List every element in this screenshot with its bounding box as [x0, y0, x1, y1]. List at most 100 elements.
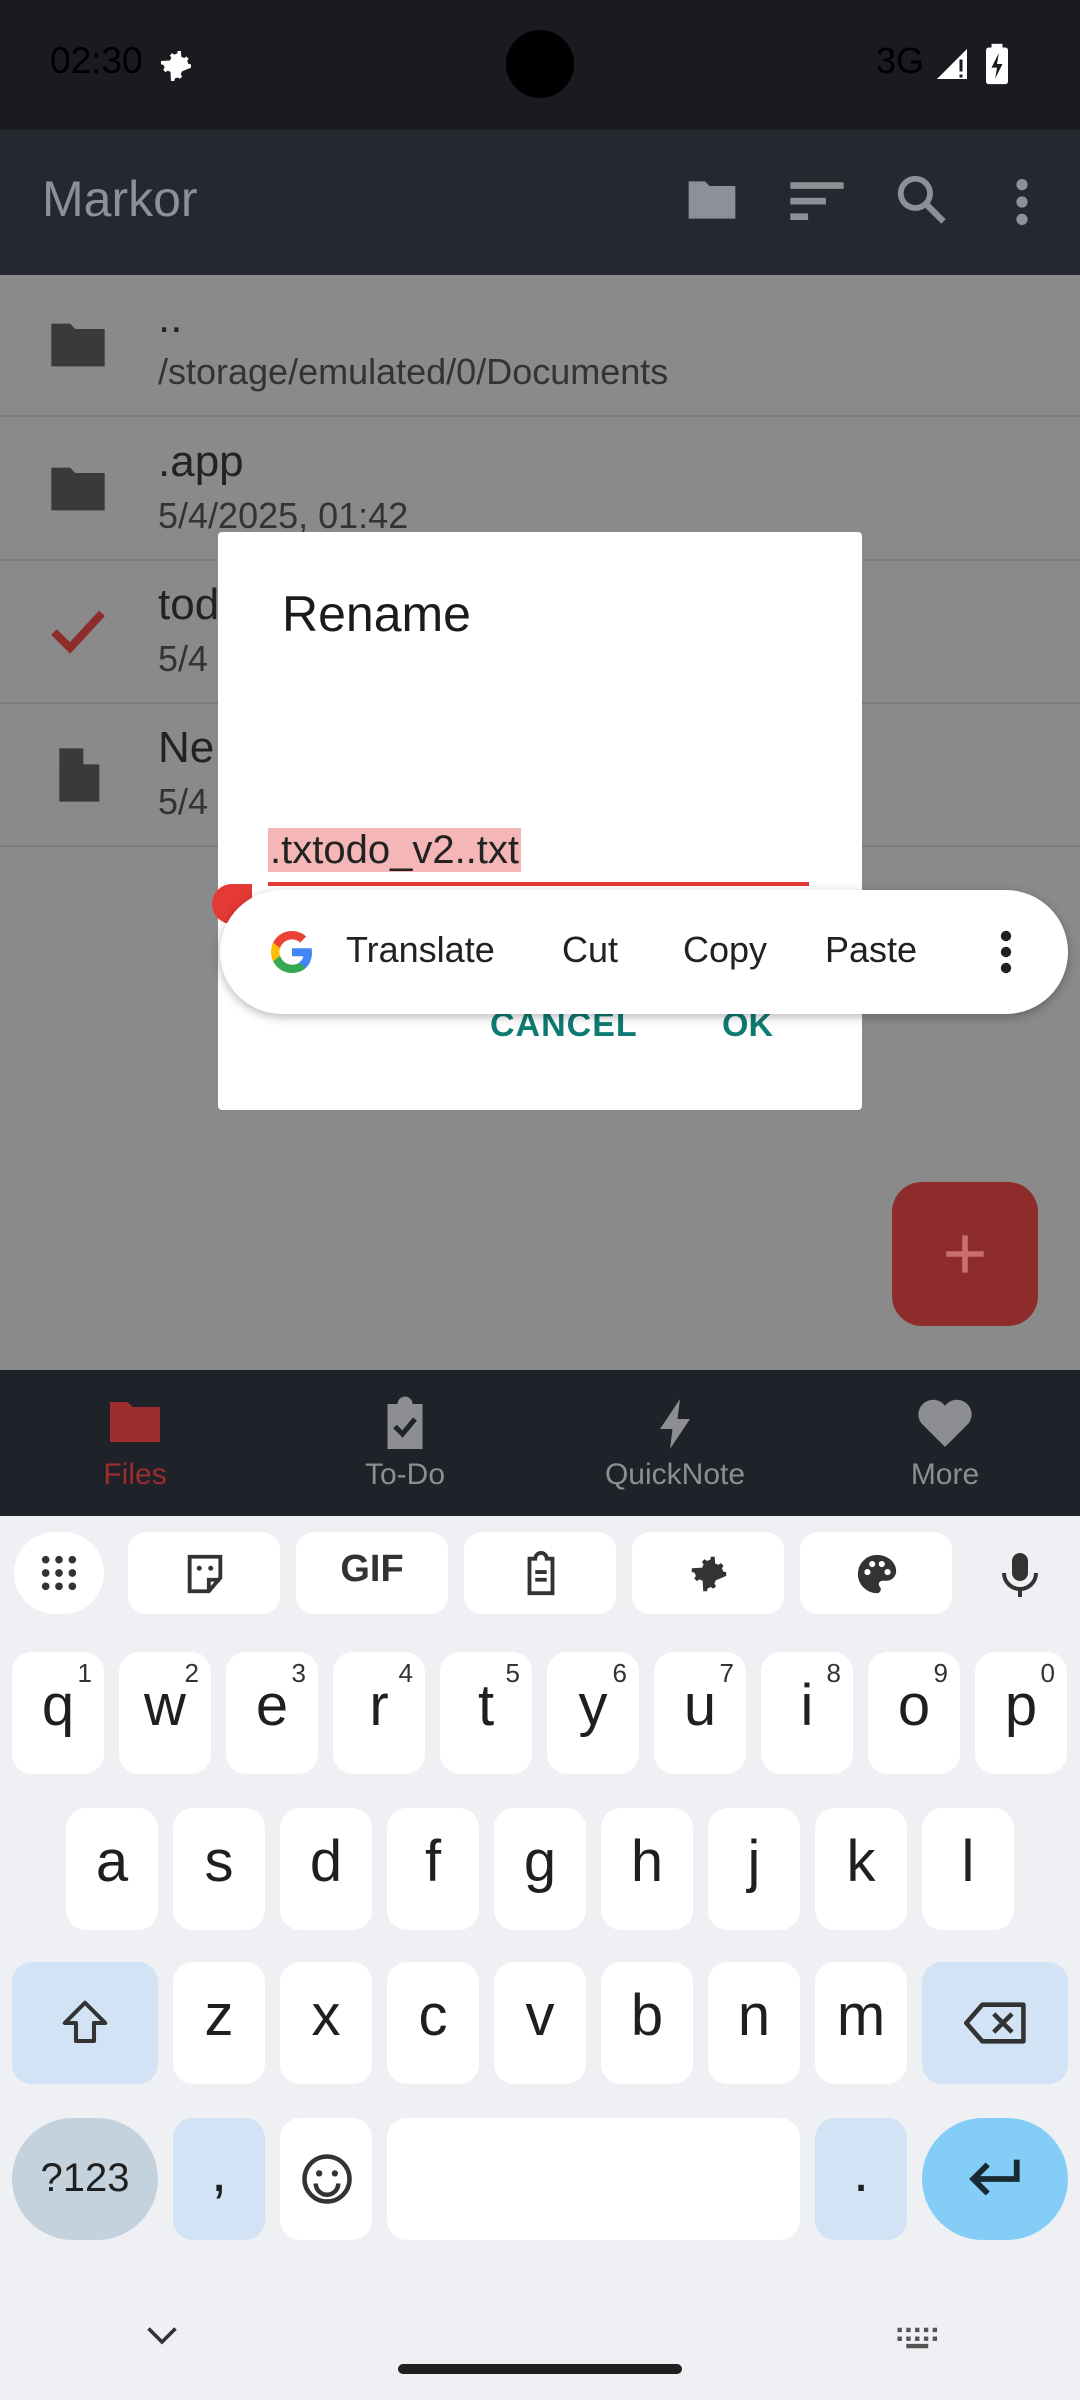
key-i[interactable]: 8i	[761, 1652, 853, 1774]
backspace-icon	[964, 2002, 1026, 2044]
key-l[interactable]: l	[922, 1808, 1014, 1930]
folder-icon	[51, 467, 105, 511]
space-key[interactable]	[387, 2118, 800, 2240]
key-g[interactable]: g	[494, 1808, 586, 1930]
comma-key[interactable]: ,	[173, 2118, 265, 2240]
key-m[interactable]: m	[815, 1962, 907, 2084]
sort-icon[interactable]	[790, 180, 844, 220]
sticker-icon	[187, 1554, 223, 1594]
palette-icon	[857, 1554, 897, 1594]
file-name: .app	[158, 437, 244, 486]
cut-button[interactable]: Cut	[562, 929, 618, 971]
key-n[interactable]: n	[708, 1962, 800, 2084]
key-k[interactable]: k	[815, 1808, 907, 1930]
check-icon	[51, 610, 105, 654]
nav-label: More	[910, 1458, 980, 1491]
nav-label: Files	[103, 1458, 167, 1491]
theme-button[interactable]	[800, 1532, 952, 1614]
key-x[interactable]: x	[280, 1962, 372, 2084]
network-type: 3G	[876, 40, 925, 81]
nav-quicknote[interactable]: QuickNote	[540, 1370, 810, 1516]
folder-icon	[51, 323, 105, 367]
paste-button[interactable]: Paste	[825, 929, 917, 971]
google-icon	[270, 931, 312, 973]
gear-icon	[691, 1556, 727, 1592]
key-r[interactable]: 4r	[333, 1652, 425, 1774]
key-o[interactable]: 9o	[868, 1652, 960, 1774]
add-fab-button[interactable]	[892, 1182, 1038, 1326]
camera-cutout	[506, 30, 574, 98]
key-z[interactable]: z	[173, 1962, 265, 2084]
key-c[interactable]: c	[387, 1962, 479, 2084]
period-key[interactable]: .	[815, 2118, 907, 2240]
settings-button[interactable]	[632, 1532, 784, 1614]
folder-icon[interactable]	[684, 176, 740, 224]
file-name: tod	[158, 580, 220, 629]
backspace-key[interactable]	[922, 1962, 1068, 2084]
more-vert-icon[interactable]	[1010, 176, 1034, 228]
symbols-key[interactable]: ?123	[12, 2118, 158, 2240]
clipboard-check-icon	[387, 1396, 423, 1449]
key-w[interactable]: 2w	[119, 1652, 211, 1774]
key-d[interactable]: d	[280, 1808, 372, 1930]
sticker-button[interactable]	[128, 1532, 280, 1614]
key-y[interactable]: 6y	[547, 1652, 639, 1774]
file-subtitle: 5/4	[158, 638, 209, 679]
gesture-handle[interactable]	[398, 2364, 682, 2374]
signal-icon	[937, 49, 967, 79]
key-t[interactable]: 5t	[440, 1652, 532, 1774]
clipboard-button[interactable]	[464, 1532, 616, 1614]
shift-icon	[62, 2000, 108, 2044]
selected-text: .txtodo_v2..txt	[268, 828, 522, 872]
battery-charging-icon	[986, 43, 1008, 85]
key-h[interactable]: h	[601, 1808, 693, 1930]
key-p[interactable]: 0p	[975, 1652, 1067, 1774]
folder-icon	[110, 1402, 160, 1442]
key-j[interactable]: j	[708, 1808, 800, 1930]
gif-icon: GIF	[340, 1548, 404, 1590]
key-v[interactable]: v	[494, 1962, 586, 2084]
flash-icon	[660, 1399, 690, 1449]
nav-more[interactable]: More	[810, 1370, 1080, 1516]
key-q[interactable]: 1q	[12, 1652, 104, 1774]
file-subtitle: 5/4/2025, 01:42	[158, 495, 409, 536]
translate-button[interactable]: Translate	[346, 929, 495, 971]
rename-input[interactable]: .txtodo_v2..txt	[268, 828, 809, 888]
file-subtitle: /storage/emulated/0/Documents	[158, 351, 669, 392]
gif-button[interactable]: GIF	[296, 1532, 448, 1614]
keyboard	[0, 1516, 1080, 2400]
emoji-key[interactable]	[280, 2118, 372, 2240]
grid-icon	[41, 1555, 77, 1591]
settings-status-icon	[161, 51, 191, 81]
nav-label: To-Do	[364, 1458, 446, 1491]
more-vert-icon[interactable]	[994, 928, 1018, 976]
microphone-icon[interactable]	[996, 1548, 1044, 1602]
search-icon[interactable]	[894, 172, 948, 226]
nav-todo[interactable]: To-Do	[270, 1370, 540, 1516]
heart-icon	[918, 1399, 972, 1447]
file-icon	[59, 748, 100, 802]
file-subtitle: 5/4	[158, 781, 209, 822]
key-e[interactable]: 3e	[226, 1652, 318, 1774]
keyboard-switch-icon[interactable]	[896, 2326, 940, 2350]
key-b[interactable]: b	[601, 1962, 693, 2084]
key-a[interactable]: a	[66, 1808, 158, 1930]
list-item[interactable]: .. /storage/emulated/0/Documents	[0, 275, 1080, 417]
key-u[interactable]: 7u	[654, 1652, 746, 1774]
emoji-icon	[302, 2154, 352, 2204]
shift-key[interactable]	[12, 1962, 158, 2084]
enter-key[interactable]	[922, 2118, 1068, 2240]
key-f[interactable]: f	[387, 1808, 479, 1930]
key-s[interactable]: s	[173, 1808, 265, 1930]
nav-files[interactable]: Files	[0, 1370, 270, 1516]
enter-icon	[969, 2159, 1020, 2196]
keyboard-apps-button[interactable]	[14, 1532, 104, 1614]
plus-icon	[946, 1235, 984, 1273]
input-underline	[268, 882, 809, 886]
copy-button[interactable]: Copy	[683, 929, 767, 971]
nav-label: QuickNote	[604, 1458, 746, 1491]
dialog-title: Rename	[282, 586, 471, 642]
file-name: Ne	[158, 723, 215, 772]
file-name: ..	[158, 293, 183, 342]
chevron-down-icon[interactable]	[144, 2324, 180, 2348]
